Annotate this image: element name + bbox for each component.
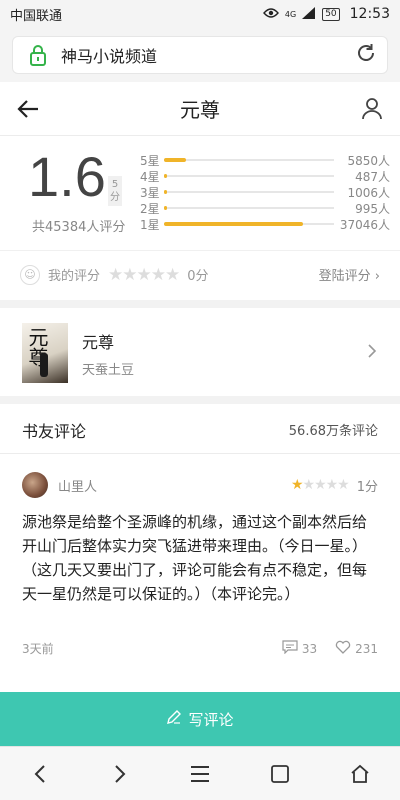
- comments-header: 书友评论 56.68万条评论: [0, 406, 400, 454]
- signal-icon: [302, 6, 316, 22]
- user-icon[interactable]: [360, 96, 384, 124]
- comment-username[interactable]: 山里人: [58, 476, 291, 495]
- rating-row-count: 5850人: [347, 153, 390, 168]
- rating-row-4: 4星 487人: [140, 168, 390, 184]
- rating-bar-track: [164, 206, 334, 210]
- page-title: 元尊: [180, 98, 220, 122]
- browser-toolbar: 神马小说频道: [0, 28, 400, 82]
- write-comment-label: 写评论: [188, 710, 234, 729]
- chevron-right-icon[interactable]: [366, 343, 378, 363]
- book-cover[interactable]: 元尊: [22, 323, 68, 383]
- score-unit: 5分: [108, 176, 122, 206]
- status-icons: 4G 50 12:53: [262, 6, 390, 22]
- rating-row-label: 1星: [140, 217, 160, 232]
- address-bar[interactable]: 神马小说频道: [12, 36, 388, 74]
- login-rate-link[interactable]: 登陆评分 ›: [319, 265, 380, 284]
- lock-icon: [23, 44, 53, 66]
- rating-bar-track: [164, 222, 334, 226]
- nav-home-button[interactable]: [320, 747, 400, 800]
- my-rating-stars[interactable]: ★★★★★: [108, 265, 180, 285]
- status-bar: 中国联通 4G 50 12:53: [0, 0, 400, 28]
- refresh-icon[interactable]: [355, 42, 377, 68]
- my-rating-score: 0分: [187, 269, 209, 284]
- rating-bar-fill: [164, 206, 168, 210]
- rating-row-2: 2星 995人: [140, 200, 390, 216]
- pen-icon: [166, 709, 182, 729]
- reply-count: 33: [301, 641, 318, 656]
- book-author: 天蚕土豆: [82, 362, 135, 378]
- book-info: 元尊 天蚕土豆: [82, 329, 366, 378]
- my-rating-label: 我的评分: [48, 269, 101, 284]
- section-divider: [0, 300, 400, 308]
- comment-item[interactable]: 山里人 ★★★★★ 1分 源池祭是给整个圣源峰的机缘，通过这个副本然后给开山门后…: [0, 464, 400, 674]
- comment-time: 3天前: [22, 642, 54, 656]
- section-divider: [0, 396, 400, 404]
- rating-bar-fill: [164, 174, 167, 178]
- home-icon: [351, 764, 369, 783]
- carrier-name: 中国联通: [10, 8, 63, 24]
- comment-bubble-icon: [282, 640, 298, 657]
- rating-bar-fill: [164, 222, 304, 226]
- site-name: 神马小说频道: [61, 47, 158, 66]
- page-header: 元尊: [0, 82, 400, 136]
- nav-menu-button[interactable]: [160, 747, 240, 800]
- rating-row-5: 5星 5850人: [140, 152, 390, 168]
- comment-user-row: 山里人 ★★★★★ 1分: [22, 464, 378, 506]
- rating-row-count: 487人: [355, 169, 390, 184]
- rating-row-label: 2星: [140, 201, 160, 216]
- nav-tabs-button[interactable]: [240, 747, 320, 800]
- eye-icon: [262, 7, 279, 22]
- comment-footer: 3天前 33 231: [22, 640, 378, 657]
- rating-row-count: 37046人: [339, 217, 390, 232]
- browser-bottom-nav: [0, 746, 400, 800]
- rating-row-label: 3星: [140, 185, 160, 200]
- book-card[interactable]: 元尊 元尊 天蚕土豆: [0, 310, 400, 396]
- avatar[interactable]: [22, 472, 48, 498]
- rating-row-label: 5星: [140, 153, 160, 168]
- clock: 12:53: [349, 6, 390, 22]
- rating-row-label: 4星: [140, 169, 160, 184]
- rating-row-count: 995人: [355, 201, 390, 216]
- network-label: 4G: [284, 9, 297, 19]
- guest-avatar-icon: ☺: [20, 264, 40, 285]
- tabs-icon: [271, 764, 289, 783]
- total-ratings: 共45384人评分: [32, 220, 126, 235]
- comment-stars: ★★★★★: [290, 477, 350, 493]
- my-rating-row: ☺ 我的评分 ★★★★★ 0分 登陆评分 ›: [0, 250, 400, 298]
- write-comment-button[interactable]: 写评论: [0, 692, 400, 746]
- rating-bar-track: [164, 190, 334, 194]
- average-score: 1.6: [28, 145, 106, 208]
- cover-figure: [40, 353, 48, 377]
- rating-row-count: 1006人: [347, 185, 390, 200]
- star-filled: ★: [290, 477, 304, 493]
- nav-forward-button[interactable]: [80, 747, 160, 800]
- rating-bar-track: [164, 174, 334, 178]
- like-button[interactable]: 231: [335, 640, 378, 657]
- battery-icon: 50: [322, 7, 340, 21]
- rating-summary: 1.6 5分 共45384人评分 5星 5850人 4星 487人 3星 100…: [0, 136, 400, 244]
- like-count: 231: [355, 641, 378, 656]
- comments-heading: 书友评论: [22, 421, 87, 441]
- rating-row-3: 3星 1006人: [140, 184, 390, 200]
- rating-row-1: 1星 37046人: [140, 216, 390, 232]
- heart-icon: [335, 640, 351, 657]
- rating-bar-fill: [164, 190, 168, 194]
- rating-bar-track: [164, 158, 334, 162]
- menu-icon: [191, 765, 209, 782]
- comment-score: 1分: [356, 479, 378, 495]
- comments-count[interactable]: 56.68万条评论: [289, 420, 378, 439]
- nav-back-button[interactable]: [0, 747, 80, 800]
- star-empty: ★★★★: [302, 477, 350, 493]
- book-name: 元尊: [82, 332, 115, 352]
- reply-button[interactable]: 33: [282, 640, 317, 657]
- rating-bar-fill: [164, 158, 187, 162]
- chevron-right-icon: [115, 764, 126, 783]
- chevron-left-icon: [34, 764, 45, 783]
- comment-text: 源池祭是给整个圣源峰的机缘，通过这个副本然后给开山门后整体实力突飞猛进带来理由。…: [22, 513, 368, 603]
- back-arrow-icon[interactable]: [16, 96, 42, 126]
